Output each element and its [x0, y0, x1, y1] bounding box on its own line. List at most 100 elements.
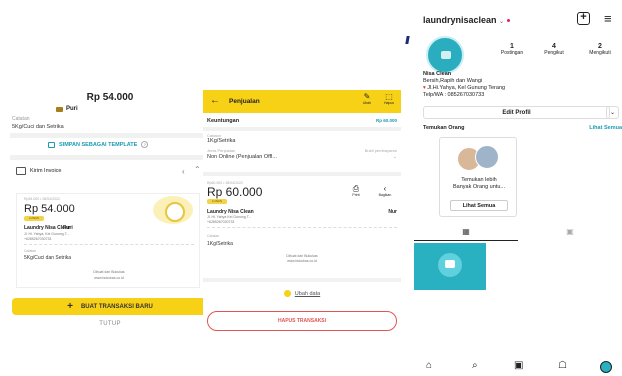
receipt-address: Jl. Hi. Yahya, Kel Gunung T... [24, 232, 70, 236]
invoice-preview: Rp54.000 • 28/04/2022 Rp 54.000 LUNAS La… [16, 193, 200, 288]
send-invoice-label: Kirim Invoice [30, 168, 62, 174]
search-icon[interactable]: ⌕ [472, 360, 478, 371]
divider [203, 127, 401, 131]
divider [10, 155, 210, 160]
profile-phone: Telp/WA : 085267030733 [423, 92, 485, 98]
hamburger-menu-icon[interactable]: ≡ [604, 11, 612, 26]
profile-avatar[interactable] [426, 36, 464, 74]
payment-proof-label: Bukti pembayaran [364, 148, 397, 153]
note-value: 1Kg/Setrika [207, 138, 236, 144]
avatar [475, 145, 499, 169]
receipt-phone: +6285267030733 [207, 220, 235, 224]
share-label: Bagikan [378, 193, 392, 197]
share-icon[interactable]: ‹ [182, 167, 185, 176]
receipt-note-label: Catatan [207, 234, 220, 238]
home-icon[interactable]: ⌂ [426, 360, 432, 371]
receipt-meta: Rp54.000 • 28/04/2022 [24, 197, 60, 201]
bottom-navigation: ⌂ ⌕ ▣ ☖ [414, 358, 622, 376]
create-post-icon[interactable]: + [577, 12, 590, 25]
divider [10, 133, 210, 138]
sales-detail-panel: ← Penjualan ✎ Ubah ⬚ Hapus Keuntungan Rp… [203, 82, 401, 342]
grid-tab[interactable]: ▦ [414, 227, 518, 241]
receipt-footer-url: www.bukukas.co.id [94, 276, 124, 280]
profile-address-text: Jl.Hi.Yahya, Kel Gunung Terang [427, 85, 506, 91]
card-see-all-button[interactable]: Lihat Semua [450, 200, 508, 211]
back-arrow-icon[interactable]: ← [210, 95, 220, 106]
stat-following[interactable]: 2 Mengikuti [582, 43, 618, 56]
send-invoice-row[interactable]: Kirim Invoice [16, 167, 61, 175]
username-switcher[interactable]: laundrynisaclean ⌄ [423, 15, 510, 25]
receipt-customer: Puri [63, 225, 73, 231]
status-badge: LUNAS [207, 199, 227, 204]
receipt-footer-url: www.bukukas.co.id [287, 259, 317, 263]
transaction-total: Rp 54.000 [86, 92, 134, 103]
chevron-up-icon[interactable]: ⌃ [194, 165, 201, 174]
invoice-icon [16, 167, 26, 175]
paid-seal-icon [153, 196, 193, 224]
card-text-line2: Banyak Orang untu... [453, 184, 505, 190]
receipt-note-value: 1Kg/Setrika [207, 241, 233, 247]
page-title: Penjualan [229, 98, 260, 105]
new-transaction-label: BUAT TRANSAKSI BARU [80, 303, 153, 310]
see-all-link[interactable]: Lihat Semua [589, 125, 622, 131]
stat-posts[interactable]: 1 Postingan [494, 43, 530, 56]
receipt-customer: Nur [388, 209, 397, 215]
profile-tab-avatar[interactable] [600, 361, 612, 373]
tagged-tab[interactable]: ▣ [518, 227, 622, 241]
profile-name: Nisa Clean [423, 71, 452, 77]
chevron-down-icon: ⌄ [499, 19, 505, 25]
stat-label: Postingan [500, 50, 524, 56]
notification-dot [506, 19, 510, 23]
profit-label: Keuntungan [207, 118, 240, 124]
receipt-amount: Rp 54.000 [24, 203, 75, 215]
edit-data-icon [283, 290, 291, 297]
stat-value: 4 [552, 43, 556, 50]
profile-address: ▾ Jl.Hi.Yahya, Kel Gunung Terang [423, 85, 505, 91]
receipt-note-value: 5Kg/Cuci dan Setrika [24, 255, 71, 261]
divider [203, 172, 401, 176]
share-icon: ‹ [383, 184, 387, 193]
status-badge: LUNAS [24, 216, 44, 221]
receipt-divider [24, 244, 194, 245]
post-thumbnail[interactable] [414, 243, 486, 290]
discover-people-card: Temukan lebih Banyak Orang untu... Lihat… [439, 137, 517, 217]
receipt-phone: +6285267030733 [24, 237, 52, 241]
receipt-footer: Dibuat dari Bukukas [93, 270, 125, 274]
save-template-button[interactable]: SIMPAN SEBAGAI TEMPLATE ? [48, 141, 149, 148]
chevron-down-icon[interactable]: ⌄ [393, 154, 397, 160]
new-transaction-button[interactable]: + BUAT TRANSAKSI BARU [12, 298, 208, 315]
receipt-address: Jl. Hi. Yahya Kel Gunung T... [207, 215, 252, 219]
stat-label: Mengikuti [589, 50, 611, 56]
help-icon[interactable]: ? [141, 141, 149, 148]
suggestions-toggle-button[interactable]: ⌄ [606, 106, 619, 119]
print-button[interactable]: ⎙ Print [349, 184, 363, 197]
delete-button[interactable]: ⬚ Hapus [380, 92, 398, 105]
profile-tagline: Bersih,Rapih dan Wangi [423, 78, 483, 84]
trash-icon: ⬚ [385, 92, 393, 101]
note-label: Catatan [12, 116, 30, 122]
stat-followers[interactable]: 4 Pengikut [536, 43, 572, 56]
edit-data-label: Ubah data [294, 290, 321, 297]
receipt-footer: Dibuat dari Bukukas [286, 254, 318, 258]
stat-label: Pengikut [544, 50, 564, 56]
app-header: ← Penjualan ✎ Ubah ⬚ Hapus [203, 90, 401, 113]
customer-row: Puri [56, 106, 78, 112]
print-label: Print [352, 193, 360, 197]
sales-type-value[interactable]: Non Online (Penjualan Offl... [207, 154, 277, 160]
edit-button[interactable]: ✎ Ubah [359, 92, 375, 105]
save-template-label: SIMPAN SEBAGAI TEMPLATE [59, 141, 138, 148]
note-value: 5Kg/Cuci dan Setrika [12, 124, 64, 130]
edit-profile-button[interactable]: Edit Profil [423, 106, 610, 119]
share-button[interactable]: ‹ Bagikan [375, 184, 395, 197]
reels-icon[interactable]: ▣ [514, 360, 523, 371]
grid-icon: ▦ [462, 227, 470, 236]
plus-icon: + [67, 301, 73, 312]
receipt-divider [207, 227, 397, 228]
profile-tabs: ▦ ▣ [414, 227, 622, 241]
screenshot-collage: Rp 54.000 Puri Catatan 5Kg/Cuci dan Setr… [0, 0, 622, 376]
pencil-icon: ✎ [363, 92, 371, 101]
shop-icon[interactable]: ☖ [558, 360, 567, 371]
edit-data-link[interactable]: Ubah data [203, 290, 401, 297]
delete-transaction-button[interactable]: HAPUS TRANSAKSI [207, 311, 397, 331]
close-button[interactable]: TUTUP [12, 321, 208, 327]
